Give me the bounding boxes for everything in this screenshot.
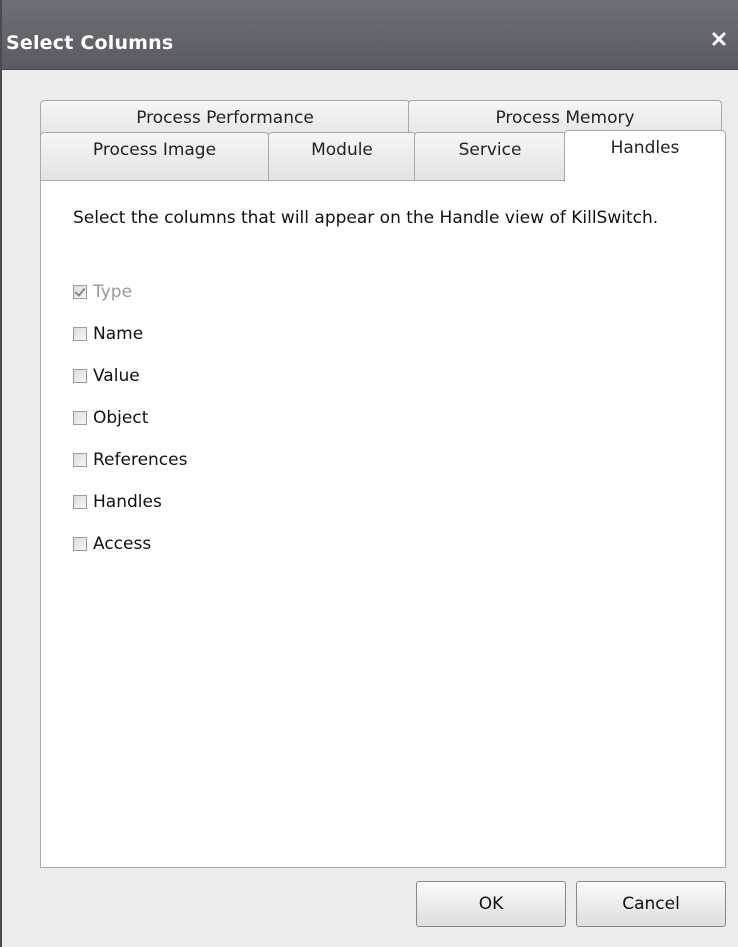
tab-label: Module <box>311 140 373 160</box>
tab-label: Process Memory <box>495 108 635 128</box>
checkbox-name[interactable] <box>73 327 87 341</box>
close-icon[interactable] <box>710 30 728 48</box>
checkbox-label: Access <box>93 534 152 554</box>
tab-handles[interactable]: Handles <box>564 130 726 182</box>
checkbox-object[interactable] <box>73 411 87 425</box>
title-bar: Select Columns <box>2 0 738 70</box>
panel-content: Select the columns that will appear on t… <box>43 181 723 865</box>
cancel-button[interactable]: Cancel <box>576 881 726 927</box>
checkbox-label: Name <box>93 324 144 344</box>
column-option-object[interactable]: Object <box>73 407 148 429</box>
panel-description: Select the columns that will appear on t… <box>73 208 659 228</box>
tab-label: Handles <box>610 138 680 158</box>
checkbox-type <box>73 285 87 299</box>
checkbox-access[interactable] <box>73 537 87 551</box>
column-option-handles[interactable]: Handles <box>73 491 162 513</box>
checkbox-handles[interactable] <box>73 495 87 509</box>
tab-label: Process Performance <box>136 108 314 128</box>
tab-process-image[interactable]: Process Image <box>40 132 269 180</box>
tab-label: Process Image <box>92 140 217 160</box>
checkbox-label: Type <box>93 282 133 302</box>
tab-strip: Process Performance Process Memory Proce… <box>40 100 726 182</box>
checkbox-label: Value <box>93 366 140 386</box>
checkbox-references[interactable] <box>73 453 87 467</box>
column-option-references[interactable]: References <box>73 449 187 471</box>
column-option-value[interactable]: Value <box>73 365 140 387</box>
tab-module[interactable]: Module <box>268 132 416 180</box>
tab-service[interactable]: Service <box>414 132 566 180</box>
checkbox-label: References <box>93 450 188 470</box>
checkbox-label: Object <box>93 408 149 428</box>
handles-tab-panel: Select the columns that will appear on t… <box>40 180 726 868</box>
dialog-title: Select Columns <box>6 32 174 54</box>
select-columns-dialog: Select Columns Process Performance Proce… <box>0 0 738 947</box>
checkbox-label: Handles <box>93 492 162 512</box>
tab-label: Service <box>458 140 522 160</box>
column-option-type: Type <box>73 281 132 303</box>
column-option-access[interactable]: Access <box>73 533 151 555</box>
ok-button[interactable]: OK <box>416 881 566 927</box>
checkbox-value[interactable] <box>73 369 87 383</box>
column-option-name[interactable]: Name <box>73 323 143 345</box>
